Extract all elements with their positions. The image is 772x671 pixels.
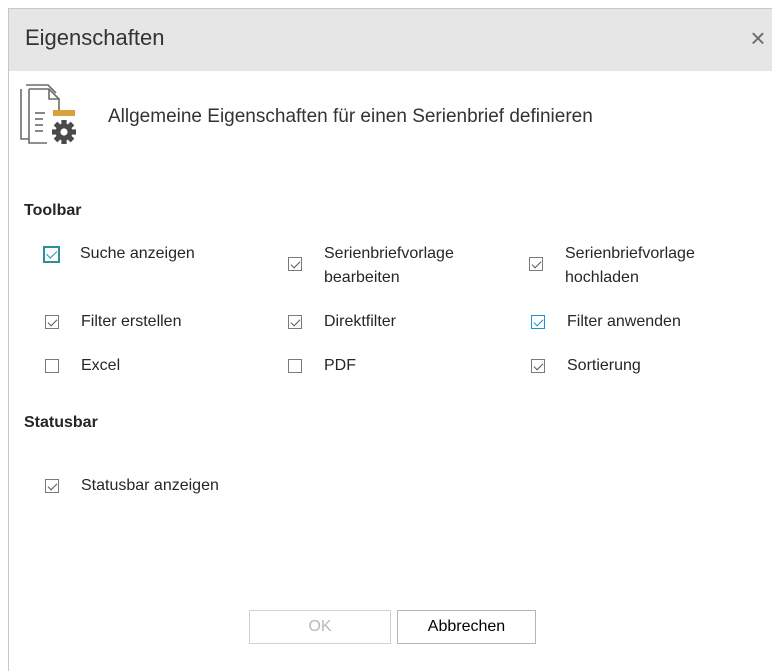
option-serienbriefvorlage-hochladen[interactable]: Serienbriefvorlage hochladen [529, 242, 745, 290]
close-icon[interactable]: × [744, 21, 772, 55]
checkbox-pdf[interactable] [288, 359, 302, 373]
toolbar-section-title: Toolbar [24, 202, 82, 219]
option-label: Excel [81, 357, 121, 374]
checkbox-excel[interactable] [45, 359, 59, 373]
dialog-title: Eigenschaften [25, 25, 165, 50]
option-filter-anwenden[interactable]: Filter anwenden [531, 310, 681, 334]
option-statusbar-anzeigen[interactable]: Statusbar anzeigen [45, 474, 219, 498]
statusbar-section-title: Statusbar [24, 414, 98, 431]
option-label: Filter erstellen [81, 313, 182, 330]
option-label: Suche anzeigen [80, 245, 195, 262]
option-serienbriefvorlage-bearbeiten[interactable]: Serienbriefvorlage bearbeiten [288, 242, 504, 290]
cancel-button[interactable]: Abbrechen [397, 610, 536, 644]
dialog-description: Allgemeine Eigenschaften für einen Serie… [108, 106, 593, 127]
option-label: Statusbar anzeigen [81, 477, 219, 494]
option-excel[interactable]: Excel [45, 354, 120, 378]
option-direktfilter[interactable]: Direktfilter [288, 310, 396, 334]
checkbox-statusbar-anzeigen[interactable] [45, 479, 59, 493]
checkbox-sortierung[interactable] [531, 359, 545, 373]
checkbox-filter-anwenden[interactable] [531, 315, 545, 329]
checkbox-filter-erstellen[interactable] [45, 315, 59, 329]
option-label: Serienbriefvorlage hochladen [565, 245, 695, 286]
option-label: Sortierung [567, 357, 641, 374]
checkbox-direktfilter[interactable] [288, 315, 302, 329]
document-settings-icon [20, 84, 76, 144]
checkbox-serienbriefvorlage-bearbeiten[interactable] [288, 257, 302, 271]
option-filter-erstellen[interactable]: Filter erstellen [45, 310, 181, 334]
option-label: Filter anwenden [567, 313, 681, 330]
option-sortierung[interactable]: Sortierung [531, 354, 641, 378]
option-label: Serienbriefvorlage bearbeiten [324, 245, 454, 286]
option-label: PDF [324, 357, 356, 374]
option-suche-anzeigen[interactable]: Suche anzeigen [43, 242, 195, 266]
ok-button[interactable]: OK [249, 610, 391, 644]
option-label: Direktfilter [324, 313, 397, 330]
checkbox-serienbriefvorlage-hochladen[interactable] [529, 257, 543, 271]
checkbox-suche-anzeigen[interactable] [43, 246, 60, 263]
option-pdf[interactable]: PDF [288, 354, 356, 378]
dialog-titlebar: Eigenschaften × [9, 9, 772, 71]
